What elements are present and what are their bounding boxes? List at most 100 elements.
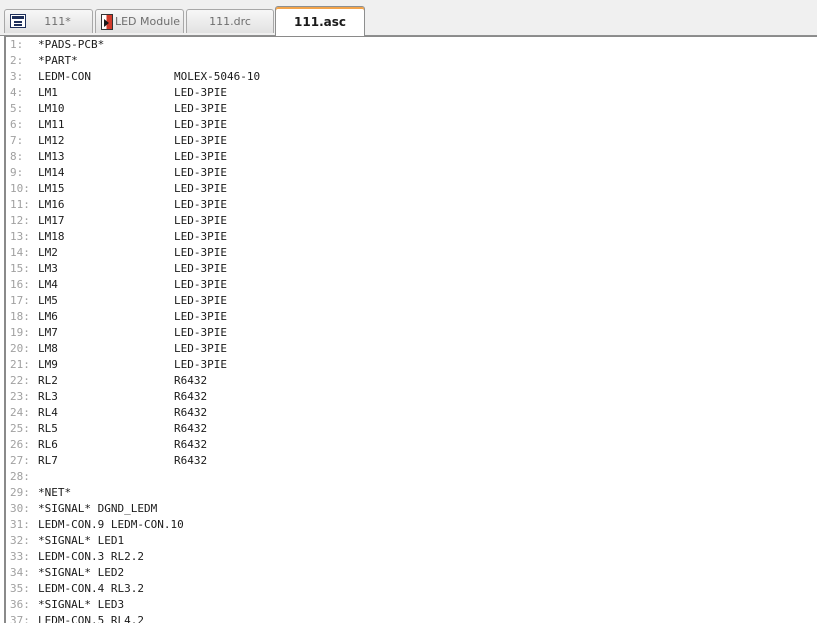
code-line[interactable]: 24: RL4 R6432	[6, 405, 817, 421]
code-line[interactable]: 19: LM7 LED-3PIE	[6, 325, 817, 341]
code-line[interactable]: 7: LM12 LED-3PIE	[6, 133, 817, 149]
tab-111-layout[interactable]: 111*	[4, 9, 93, 33]
line-decal: R6432	[174, 454, 208, 467]
code-line[interactable]: 14: LM2 LED-3PIE	[6, 245, 817, 261]
code-line[interactable]: 2: *PART*	[6, 53, 817, 69]
line-number: 12:	[10, 214, 30, 227]
line-number: 14:	[10, 246, 30, 259]
line-number: 29:	[10, 486, 30, 499]
code-line[interactable]: 4: LM1 LED-3PIE	[6, 85, 817, 101]
line-decal: LED-3PIE	[174, 214, 227, 227]
line-text: LM16	[38, 198, 65, 211]
code-line[interactable]: 17: LM5 LED-3PIE	[6, 293, 817, 309]
code-line[interactable]: 22: RL2 R6432	[6, 373, 817, 389]
line-number: 24:	[10, 406, 30, 419]
tab-111-drc[interactable]: 111.drc	[186, 9, 274, 33]
code-line[interactable]: 29: *NET*	[6, 485, 817, 501]
line-decal: LED-3PIE	[174, 198, 227, 211]
line-decal: LED-3PIE	[174, 342, 227, 355]
line-text: LM2	[38, 246, 58, 259]
line-decal: R6432	[174, 438, 208, 451]
line-text: LM10	[38, 102, 65, 115]
line-decal: LED-3PIE	[174, 134, 227, 147]
tab-label: 111*	[44, 15, 71, 28]
line-text: LM13	[38, 150, 65, 163]
line-number: 20:	[10, 342, 30, 355]
line-number: 9:	[10, 166, 24, 179]
line-number: 31:	[10, 518, 30, 531]
tab-led-module[interactable]: LED Module	[95, 9, 184, 33]
code-line[interactable]: 30: *SIGNAL* DGND_LEDM	[6, 501, 817, 517]
line-decal: LED-3PIE	[174, 102, 227, 115]
text-editor[interactable]: 1: *PADS-PCB* 2: *PART* 3: LEDM-CON MOLEX-5046…	[4, 36, 817, 623]
line-text: *SIGNAL* LED2	[38, 566, 125, 579]
line-decal: R6432	[174, 390, 208, 403]
code-line[interactable]: 26: RL6 R6432	[6, 437, 817, 453]
code-line[interactable]: 37: LEDM-CON.5 RL4.2	[6, 613, 817, 623]
line-number: 19:	[10, 326, 30, 339]
line-decal: R6432	[174, 374, 208, 387]
code-line[interactable]: 15: LM3 LED-3PIE	[6, 261, 817, 277]
line-number: 16:	[10, 278, 30, 291]
line-number: 2:	[10, 54, 24, 67]
line-text: LM17	[38, 214, 65, 227]
code-line[interactable]: 16: LM4 LED-3PIE	[6, 277, 817, 293]
layout-icon	[10, 14, 26, 28]
line-text: LM15	[38, 182, 65, 195]
line-number: 18:	[10, 310, 30, 323]
line-number: 21:	[10, 358, 30, 371]
code-line[interactable]: 36: *SIGNAL* LED3	[6, 597, 817, 613]
code-line[interactable]: 31: LEDM-CON.9 LEDM-CON.10	[6, 517, 817, 533]
code-line[interactable]: 12: LM17 LED-3PIE	[6, 213, 817, 229]
code-line[interactable]: 28:	[6, 469, 817, 485]
code-line[interactable]: 21: LM9 LED-3PIE	[6, 357, 817, 373]
line-decal: LED-3PIE	[174, 118, 227, 131]
code-line[interactable]: 32: *SIGNAL* LED1	[6, 533, 817, 549]
line-text: *PADS-PCB*	[38, 38, 105, 51]
line-decal: LED-3PIE	[174, 246, 227, 259]
code-line[interactable]: 10: LM15 LED-3PIE	[6, 181, 817, 197]
code-line[interactable]: 20: LM8 LED-3PIE	[6, 341, 817, 357]
line-number: 30:	[10, 502, 30, 515]
code-line[interactable]: 34: *SIGNAL* LED2	[6, 565, 817, 581]
line-number: 10:	[10, 182, 30, 195]
line-text: RL5	[38, 422, 58, 435]
line-number: 17:	[10, 294, 30, 307]
line-text: LEDM-CON.9 LEDM-CON.10	[38, 518, 184, 531]
code-line[interactable]: 27: RL7 R6432	[6, 453, 817, 469]
line-text: RL2	[38, 374, 58, 387]
line-text: RL7	[38, 454, 58, 467]
code-line[interactable]: 25: RL5 R6432	[6, 421, 817, 437]
line-decal: LED-3PIE	[174, 86, 227, 99]
code-line[interactable]: 23: RL3 R6432	[6, 389, 817, 405]
line-decal: LED-3PIE	[174, 230, 227, 243]
line-decal: LED-3PIE	[174, 262, 227, 275]
line-decal: LED-3PIE	[174, 166, 227, 179]
line-text: *SIGNAL* LED3	[38, 598, 125, 611]
line-decal: LED-3PIE	[174, 182, 227, 195]
code-line[interactable]: 33: LEDM-CON.3 RL2.2	[6, 549, 817, 565]
code-line[interactable]: 18: LM6 LED-3PIE	[6, 309, 817, 325]
line-number: 5:	[10, 102, 24, 115]
line-number: 13:	[10, 230, 30, 243]
line-number: 15:	[10, 262, 30, 275]
code-line[interactable]: 1: *PADS-PCB*	[6, 37, 817, 53]
tab-111-asc[interactable]: 111.asc	[275, 6, 365, 36]
tab-bar: 111* LED Module 111.drc 111.asc	[0, 0, 817, 36]
line-text: LM9	[38, 358, 58, 371]
code-line[interactable]: 5: LM10 LED-3PIE	[6, 101, 817, 117]
schematic-icon	[101, 14, 113, 30]
line-number: 34:	[10, 566, 30, 579]
code-line[interactable]: 35: LEDM-CON.4 RL3.2	[6, 581, 817, 597]
line-decal: LED-3PIE	[174, 358, 227, 371]
code-line[interactable]: 6: LM11 LED-3PIE	[6, 117, 817, 133]
code-line[interactable]: 11: LM16 LED-3PIE	[6, 197, 817, 213]
code-line[interactable]: 13: LM18 LED-3PIE	[6, 229, 817, 245]
line-decal: LED-3PIE	[174, 294, 227, 307]
line-number: 26:	[10, 438, 30, 451]
line-text: RL6	[38, 438, 58, 451]
line-number: 11:	[10, 198, 30, 211]
code-line[interactable]: 3: LEDM-CON MOLEX-5046-10	[6, 69, 817, 85]
code-line[interactable]: 9: LM14 LED-3PIE	[6, 165, 817, 181]
code-line[interactable]: 8: LM13 LED-3PIE	[6, 149, 817, 165]
